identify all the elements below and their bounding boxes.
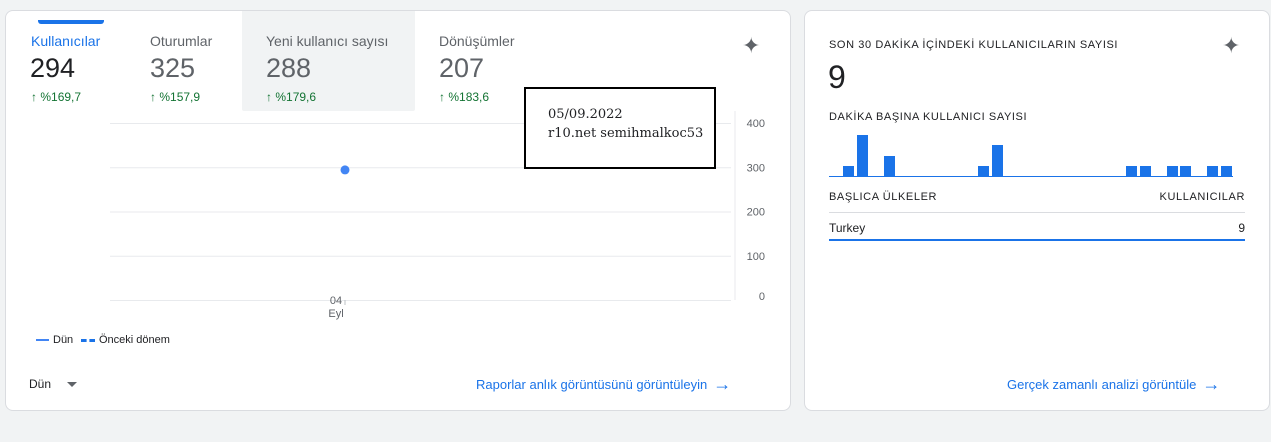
per-minute-bar-chart [829, 133, 1233, 177]
arrow-right-icon: → [1202, 374, 1221, 394]
y-tick-label: 400 [747, 118, 765, 130]
metric-title: Oturumlar [150, 33, 213, 49]
metric-change: ↑ %179,6 [266, 90, 316, 104]
metric-tab-users[interactable]: Kullanıcılar 294 ↑ %169,7 [28, 11, 128, 111]
x-tick-month: Eyl [328, 308, 344, 320]
metric-change: ↑ %169,7 [31, 90, 81, 104]
arrow-up-icon: ↑ [150, 90, 156, 104]
realtime-card: SON 30 DAKİKA İÇİNDEKİ KULLANICILARIN SA… [804, 10, 1270, 411]
metric-change-value: %183,6 [448, 90, 490, 104]
minute-bar[interactable] [1139, 166, 1151, 177]
legend-current-label: Dün [53, 334, 74, 346]
insights-sparkle-icon[interactable]: ✦ [1222, 35, 1240, 57]
view-realtime-link[interactable]: Gerçek zamanlı analizi görüntüle → [1007, 375, 1220, 393]
metric-title: Kullanıcılar [31, 33, 101, 49]
metric-title: Yeni kullanıcı sayısı [266, 33, 389, 49]
arrow-up-icon: ↑ [439, 90, 445, 104]
minute-bar[interactable] [991, 145, 1003, 177]
metric-change-value: %179,6 [275, 90, 317, 104]
data-point[interactable] [340, 165, 350, 175]
arrow-up-icon: ↑ [31, 90, 37, 104]
link-label: Gerçek zamanlı analizi görüntüle [1007, 376, 1197, 392]
metric-change: ↑ %157,9 [150, 90, 200, 104]
minute-bar[interactable] [843, 166, 855, 177]
view-reports-snapshot-link[interactable]: Raporlar anlık görüntüsünü görüntüleyin … [476, 375, 731, 393]
minute-bar[interactable] [1180, 166, 1192, 177]
table-divider [829, 212, 1245, 213]
realtime-heading: SON 30 DAKİKA İÇİNDEKİ KULLANICILARIN SA… [829, 39, 1119, 51]
legend-current: Dün [36, 334, 73, 346]
minute-bar[interactable] [856, 135, 868, 177]
metric-value: 294 [30, 53, 76, 83]
arrow-right-icon: → [713, 374, 732, 394]
metric-change-value: %169,7 [40, 90, 82, 104]
legend-dashed-swatch [81, 338, 95, 342]
insights-sparkle-icon[interactable]: ✦ [742, 35, 760, 57]
metric-value: 288 [266, 53, 312, 83]
country-users: 9 [1238, 221, 1245, 235]
date-range-dropdown[interactable]: Dün [29, 377, 78, 391]
y-tick-label: 0 [759, 291, 765, 303]
metric-title: Dönüşümler [439, 33, 515, 49]
metric-value: 325 [150, 53, 196, 83]
per-minute-heading: DAKİKA BAŞINA KULLANICI SAYISI [829, 111, 1028, 123]
minute-bar[interactable] [883, 156, 895, 177]
overview-card: Kullanıcılar 294 ↑ %169,7 Oturumlar 325 … [5, 10, 791, 411]
metric-change-value: %157,9 [159, 90, 201, 104]
y-tick-label: 300 [747, 162, 765, 174]
dropdown-value: Dün [29, 377, 52, 391]
y-tick-label: 100 [747, 251, 765, 263]
country-name: Turkey [829, 221, 866, 235]
metric-tab-sessions[interactable]: Oturumlar 325 ↑ %157,9 [146, 11, 246, 111]
annotation-text: r10.net semihmalkoc53 [548, 126, 704, 141]
row-value-bar [829, 239, 1245, 241]
legend-previous: Önceki dönem [81, 334, 170, 346]
x-tick-day: 04 [329, 295, 343, 307]
minute-bar[interactable] [1166, 166, 1178, 177]
minute-bar[interactable] [1220, 166, 1232, 177]
metric-tab-new-users[interactable]: Yeni kullanıcı sayısı 288 ↑ %179,6 [242, 11, 415, 111]
legend-previous-label: Önceki dönem [99, 334, 170, 346]
metric-value: 207 [439, 53, 485, 83]
legend-solid-swatch [36, 339, 49, 341]
column-header-country: BAŞLICA ÜLKELER [829, 191, 938, 203]
annotation-box: 05/09.2022 r10.net semihmalkoc53 [524, 87, 716, 169]
arrow-up-icon: ↑ [266, 90, 272, 104]
caret-down-icon [67, 381, 78, 387]
countries-table-header: BAŞLICA ÜLKELER KULLANICILAR [829, 191, 1245, 203]
annotation-date: 05/09.2022 [548, 107, 623, 122]
realtime-user-count: 9 [828, 59, 846, 95]
y-tick-label: 200 [747, 207, 765, 219]
table-row: Turkey 9 [829, 221, 1245, 235]
minute-bar[interactable] [1126, 166, 1138, 177]
minute-bar[interactable] [978, 166, 990, 177]
minute-bar[interactable] [1207, 166, 1219, 177]
metric-change: ↑ %183,6 [439, 90, 489, 104]
column-header-users: KULLANICILAR [1159, 191, 1245, 203]
link-label: Raporlar anlık görüntüsünü görüntüleyin [476, 376, 708, 392]
